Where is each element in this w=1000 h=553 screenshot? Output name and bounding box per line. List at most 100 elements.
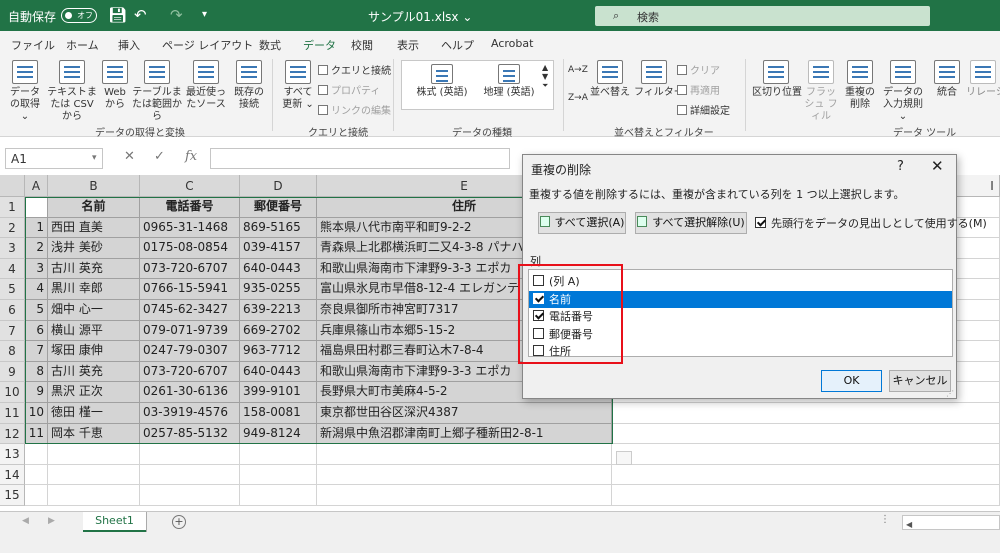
table-cell[interactable]: 158-0081 <box>240 403 317 424</box>
recent-sources-button[interactable]: 最近使ったソース <box>184 60 228 111</box>
empty-cell[interactable] <box>240 464 317 486</box>
table-cell[interactable]: 0257-85-5132 <box>140 423 240 445</box>
refresh-all-button[interactable]: すべて更新 ⌄ <box>280 60 316 111</box>
sheet-tab-sheet1[interactable]: Sheet1 <box>83 512 146 532</box>
table-cell[interactable]: 11 <box>25 423 48 445</box>
sort-za-button[interactable]: Z→A <box>568 93 588 103</box>
add-sheet-icon[interactable]: + <box>172 515 186 529</box>
table-cell[interactable]: 03-3919-4576 <box>140 403 240 424</box>
empty-cell[interactable] <box>140 464 240 486</box>
search-box[interactable]: ⌕ 検索 <box>595 6 930 26</box>
customize-qat-icon[interactable]: ▾ <box>202 6 207 24</box>
stocks-button[interactable]: 株式 (英語) <box>408 64 476 99</box>
formula-input[interactable] <box>210 148 510 169</box>
reapply-button[interactable]: 再適用 <box>677 82 720 97</box>
row-header[interactable]: 2 <box>0 217 25 239</box>
empty-cell[interactable] <box>25 464 48 486</box>
name-box-dropdown-icon[interactable]: ▾ <box>92 153 97 163</box>
table-cell[interactable]: 079-071-9739 <box>140 320 240 342</box>
table-cell[interactable]: 0261-30-6136 <box>140 382 240 403</box>
table-cell[interactable]: 6 <box>25 320 48 342</box>
resize-grip-icon[interactable]: ⋰ <box>946 389 954 398</box>
empty-cell[interactable] <box>25 444 48 465</box>
redo-icon[interactable]: ↷ <box>170 6 183 24</box>
tab-view[interactable]: 表示 <box>397 37 419 53</box>
table-cell[interactable]: 黒沢 正次 <box>48 382 140 403</box>
header-cell[interactable]: 電話番号 <box>140 197 240 218</box>
column-header[interactable]: I <box>985 175 1000 197</box>
empty-cell[interactable] <box>612 464 1000 486</box>
table-cell[interactable]: 073-720-6707 <box>140 361 240 383</box>
table-cell[interactable]: 0965-31-1468 <box>140 217 240 239</box>
scroll-left-icon[interactable]: ◀ <box>22 516 29 526</box>
select-all-button[interactable]: すべて選択(A) <box>538 212 626 234</box>
tab-file[interactable]: ファイル <box>11 37 55 53</box>
sort-az-button[interactable]: A→Z <box>568 65 588 75</box>
table-cell[interactable]: 669-2702 <box>240 320 317 342</box>
column-header[interactable]: B <box>48 175 140 197</box>
row-header[interactable]: 4 <box>0 258 25 280</box>
table-cell[interactable]: 639-2213 <box>240 300 317 321</box>
tab-home[interactable]: ホーム <box>66 37 99 53</box>
empty-cell[interactable] <box>48 444 140 465</box>
table-cell[interactable]: 西田 直美 <box>48 217 140 239</box>
table-cell[interactable]: 1 <box>25 217 48 239</box>
tab-acrobat[interactable]: Acrobat <box>491 37 533 50</box>
column-header[interactable]: C <box>140 175 240 197</box>
gallery-scroll-icon[interactable]: ▲ ▼ ⏷ <box>542 63 548 91</box>
table-cell[interactable]: 0745-62-3427 <box>140 300 240 321</box>
cancel-entry-icon[interactable]: ✕ <box>124 149 135 164</box>
table-cell[interactable]: 640-0443 <box>240 361 317 383</box>
consolidate-button[interactable]: 統合 <box>930 60 964 99</box>
paste-options-icon[interactable] <box>616 451 632 465</box>
empty-cell[interactable] <box>317 464 612 486</box>
header-cell[interactable]: 郵便番号 <box>240 197 317 218</box>
table-cell[interactable]: 新潟県中魚沼郡津南町上郷子種新田2-8-1 <box>317 423 612 445</box>
table-cell[interactable]: 東京都世田谷区深沢4387 <box>317 403 612 424</box>
tab-help[interactable]: ヘルプ <box>441 37 474 53</box>
get-data-button[interactable]: データの取得 ⌄ <box>6 60 44 123</box>
scroll-right-icon[interactable]: ▶ <box>48 516 55 526</box>
insert-function-icon[interactable]: fx <box>185 149 197 164</box>
table-cell[interactable]: 039-4157 <box>240 238 317 259</box>
row-header[interactable]: 14 <box>0 464 25 486</box>
table-cell[interactable]: 0247-79-0307 <box>140 341 240 362</box>
tab-formulas[interactable]: 数式 <box>259 37 281 53</box>
unselect-all-button[interactable]: すべて選択解除(U) <box>635 212 747 234</box>
properties-button[interactable]: プロパティ <box>318 82 380 97</box>
save-icon[interactable]: 💾︎ <box>108 6 127 24</box>
empty-cell[interactable] <box>140 485 240 506</box>
row-header[interactable]: 15 <box>0 485 25 506</box>
table-cell[interactable]: 浅井 美砂 <box>48 238 140 259</box>
row-header[interactable]: 13 <box>0 444 25 465</box>
table-cell[interactable]: 949-8124 <box>240 423 317 445</box>
row-header[interactable]: 7 <box>0 320 25 342</box>
empty-cell[interactable] <box>317 485 612 506</box>
table-cell[interactable]: 963-7712 <box>240 341 317 362</box>
table-cell[interactable]: 10 <box>25 403 48 424</box>
scroll-left-arrow-icon[interactable]: ◀ <box>903 520 912 529</box>
has-headers-checkbox[interactable]: 先頭行をデータの見出しとして使用する(M) <box>755 215 987 231</box>
header-cell[interactable] <box>25 197 48 218</box>
row-header[interactable]: 11 <box>0 403 25 424</box>
empty-cell[interactable] <box>612 403 1000 424</box>
advanced-filter-button[interactable]: 詳細設定 <box>677 102 730 117</box>
text-to-columns-button[interactable]: 区切り位置 <box>752 60 802 99</box>
row-header[interactable]: 10 <box>0 382 25 403</box>
sort-button[interactable]: 並べ替え <box>590 60 630 99</box>
table-cell[interactable]: 3 <box>25 258 48 280</box>
table-cell[interactable]: 073-720-6707 <box>140 258 240 280</box>
table-cell[interactable]: 9 <box>25 382 48 403</box>
empty-cell[interactable] <box>48 485 140 506</box>
row-header[interactable]: 12 <box>0 423 25 445</box>
table-cell[interactable]: 岡本 千恵 <box>48 423 140 445</box>
table-cell[interactable]: 869-5165 <box>240 217 317 239</box>
select-all-corner[interactable] <box>0 175 25 197</box>
table-cell[interactable]: 5 <box>25 300 48 321</box>
tab-data[interactable]: データ <box>303 37 336 57</box>
table-cell[interactable]: 横山 源平 <box>48 320 140 342</box>
table-cell[interactable]: 640-0443 <box>240 258 317 280</box>
autosave-toggle[interactable]: オフ <box>61 8 97 23</box>
table-cell[interactable]: 徳田 槿一 <box>48 403 140 424</box>
table-cell[interactable]: 935-0255 <box>240 279 317 300</box>
